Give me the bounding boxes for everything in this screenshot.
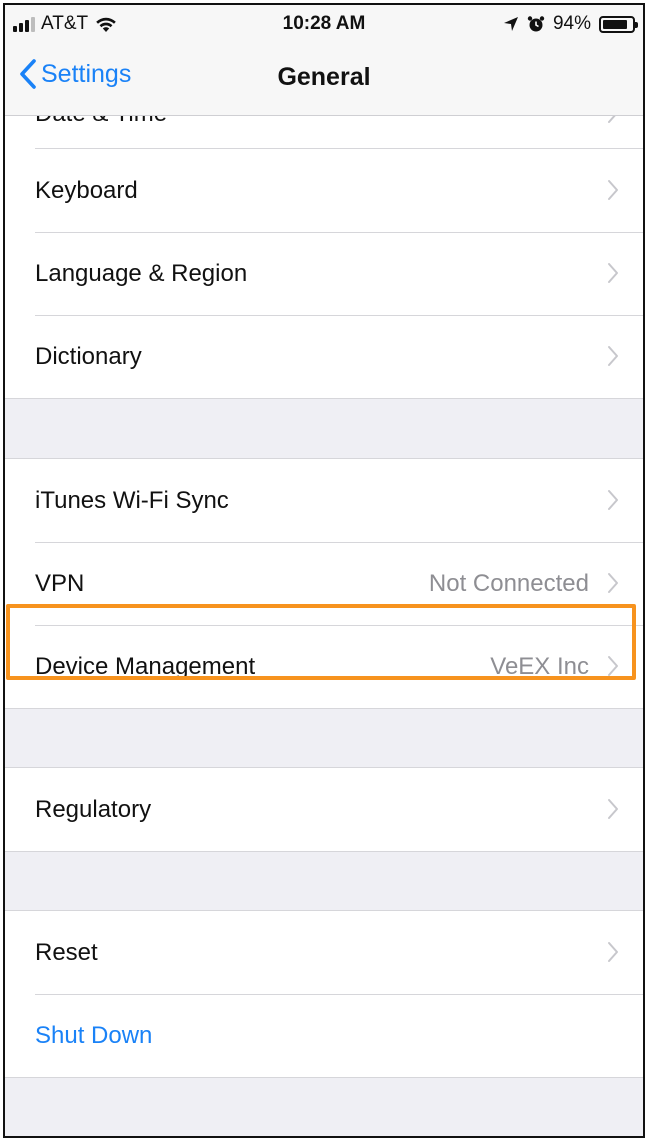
settings-group-2: iTunes Wi-Fi Sync VPN Not Connected Devi… <box>5 458 643 709</box>
settings-group-3: Regulatory <box>5 767 643 852</box>
status-right: 94% <box>503 13 638 35</box>
location-icon <box>503 17 518 31</box>
chevron-right-icon <box>608 490 618 510</box>
shut-down-button[interactable]: Shut Down <box>5 994 643 1077</box>
list-item-language-region[interactable]: Language & Region <box>5 232 643 315</box>
chevron-right-icon <box>608 116 616 123</box>
list-item-dictionary[interactable]: Dictionary <box>5 315 643 398</box>
phone-screen: AT&T 10:28 AM 94% Settings General Keybo… <box>3 3 645 1138</box>
list-item-label: Keyboard <box>35 176 138 204</box>
list-item-reset[interactable]: Reset <box>5 911 643 994</box>
chevron-right-icon <box>608 656 618 676</box>
list-item-device-management[interactable]: Device Management VeEX Inc <box>5 625 643 708</box>
chevron-right-icon <box>608 942 618 962</box>
settings-group-1: Keyboard Language & Region Dictionary <box>5 149 643 399</box>
list-item-label: Shut Down <box>35 1021 153 1049</box>
list-item-keyboard[interactable]: Keyboard <box>5 149 643 232</box>
chevron-right-icon <box>608 799 618 819</box>
list-item-label: iTunes Wi-Fi Sync <box>35 486 229 514</box>
list-item-label: Reset <box>35 938 98 966</box>
list-item-label: Language & Region <box>35 259 248 287</box>
vpn-status: Not Connected <box>428 569 589 597</box>
battery-percent: 94% <box>552 13 591 34</box>
device-management-profile: VeEX Inc <box>490 652 589 680</box>
chevron-right-icon <box>608 573 618 593</box>
navigation-bar: Settings General <box>5 47 643 116</box>
list-item-label: Dictionary <box>35 342 142 370</box>
list-item-date-time[interactable]: Date & Time <box>5 116 643 149</box>
chevron-right-icon <box>608 346 618 366</box>
chevron-right-icon <box>608 180 618 200</box>
list-item-regulatory[interactable]: Regulatory <box>5 768 643 851</box>
list-item-label: Date & Time <box>35 116 167 128</box>
list-item-itunes-wifi-sync[interactable]: iTunes Wi-Fi Sync <box>5 459 643 542</box>
list-item-label: Regulatory <box>35 795 152 823</box>
list-item-label: VPN <box>35 569 85 597</box>
page-title: General <box>277 63 371 91</box>
alarm-icon <box>527 16 545 32</box>
list-item-vpn[interactable]: VPN Not Connected <box>5 542 643 625</box>
chevron-right-icon <box>608 263 618 283</box>
settings-group-4: Reset Shut Down <box>5 910 643 1078</box>
list-item-label: Device Management <box>35 652 256 680</box>
battery-icon <box>599 15 638 33</box>
status-bar: AT&T 10:28 AM 94% <box>5 5 643 47</box>
